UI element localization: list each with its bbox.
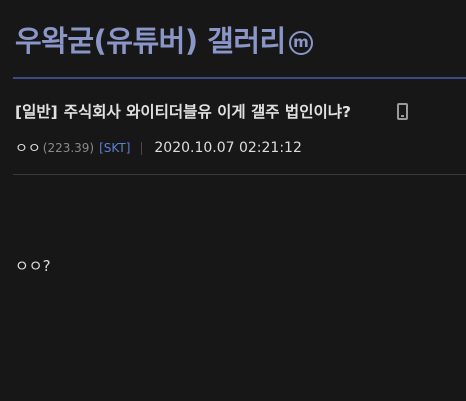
post-title: [일반] 주식회사 와이티더블유 이게 갤주 법인이냐? xyxy=(15,101,351,123)
gallery-header: 우왁굳(유튜버) 갤러리 m xyxy=(0,0,466,78)
post-date: 2020.10.07 02:21:12 xyxy=(154,140,302,156)
minor-gallery-badge-icon: m xyxy=(289,31,313,55)
post-title-text: 주식회사 와이티더블유 이게 갤주 법인이냐? xyxy=(63,103,351,121)
writer-nickname[interactable]: ㅇㅇ xyxy=(15,138,41,158)
carrier-tag: [SKT] xyxy=(99,141,131,155)
meta-divider xyxy=(13,174,466,175)
post-body: ㅇㅇ? xyxy=(15,257,51,275)
gallery-title[interactable]: 우왁굳(유튜버) 갤러리 xyxy=(15,21,286,61)
mobile-phone-icon xyxy=(397,103,408,120)
meta-separator xyxy=(141,141,143,155)
post-head-tag: [일반] xyxy=(15,103,58,121)
writer-ip: (223.39) xyxy=(42,141,95,155)
post-meta: ㅇㅇ (223.39) [SKT] 2020.10.07 02:21:12 xyxy=(15,137,302,159)
header-divider xyxy=(13,77,466,79)
